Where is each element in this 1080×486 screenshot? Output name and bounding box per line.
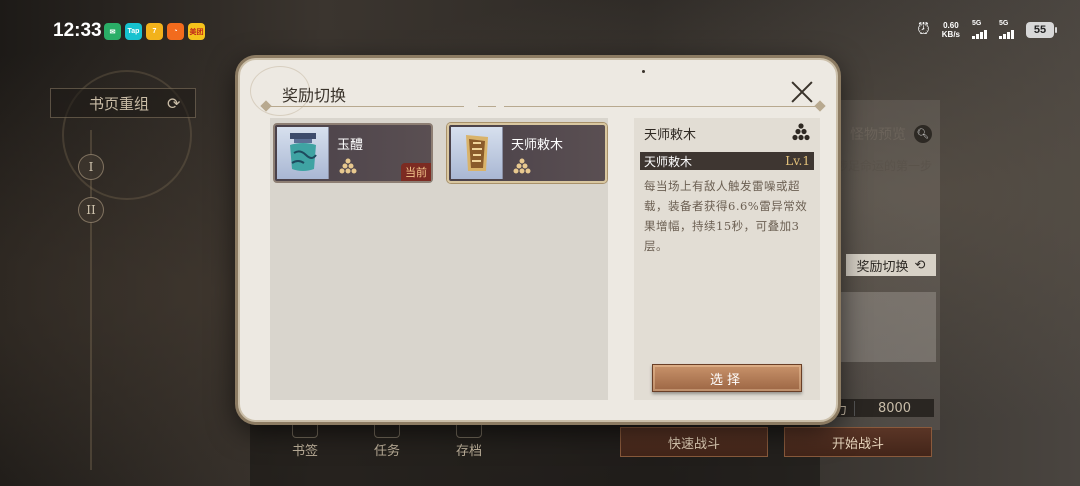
rarity-icon <box>513 158 531 174</box>
recommended-power: 力 8000 <box>832 399 934 418</box>
wechat-icon: ✉ <box>104 23 121 40</box>
notification-icons: ✉ Tap 7 ◔ 美团 <box>104 23 205 40</box>
magnifier-icon: 🔍︎ <box>914 125 932 143</box>
battery-icon: 55 <box>1026 21 1057 38</box>
network-speed: 0.60 KB/s <box>942 21 960 39</box>
reward-list: 玉醴 当前 天师敕木 <box>270 118 608 400</box>
swap-icon: ⟲ <box>914 257 926 273</box>
meituan-icon: 美团 <box>188 23 205 40</box>
detail-description: 每当场上有敌人触发雷噪或超载，装备者获得6.6%雷异常效果增幅，持续15秒，可叠… <box>644 179 808 253</box>
detail-header: 天师敕木 <box>634 118 820 148</box>
signal-icon: 5G <box>999 20 1014 39</box>
signal-1-label: 5G <box>972 20 982 27</box>
reward-switch-label: 奖励切换 <box>856 259 909 275</box>
reward-card-jade-wine[interactable]: 玉醴 当前 <box>273 123 433 183</box>
start-battle-button[interactable]: 开始战斗 <box>784 427 932 457</box>
nav-task-label: 任务 <box>374 444 401 459</box>
reward-preview-box <box>836 292 936 362</box>
detail-level: Lv.1 <box>785 154 810 168</box>
detail-title: 天师敕木 <box>644 127 697 143</box>
timeline-line <box>90 130 92 470</box>
monster-preview[interactable]: 怪物预览 🔍︎ <box>850 124 932 144</box>
current-badge: 当前 <box>401 163 431 181</box>
title-divider <box>264 106 820 107</box>
stage-subtitle: 涉足命运的第一步 <box>836 159 933 173</box>
reward-card-name: 天师敕木 <box>511 138 564 153</box>
dialog-dot <box>642 70 645 73</box>
dialog-title: 奖励切换 <box>282 86 347 105</box>
stage-node-1-label: I <box>88 160 94 174</box>
network-speed-value: 0.60 <box>943 20 959 30</box>
power-value: 8000 <box>854 400 934 416</box>
stage-node-2[interactable]: II <box>78 197 104 223</box>
detail-name-bar: 天师敕木 Lv.1 <box>640 152 814 170</box>
alarm-icon: ⏰︎ <box>917 20 930 38</box>
network-speed-unit: KB/s <box>941 29 960 39</box>
signal-icon: 5G <box>972 20 987 39</box>
close-button[interactable] <box>790 80 814 104</box>
monster-preview-label: 怪物预览 <box>850 127 906 143</box>
quick-battle-button[interactable]: 快速战斗 <box>620 427 768 457</box>
nav-save-label: 存档 <box>456 444 483 459</box>
divider-diamond <box>814 100 826 112</box>
app-orange-icon: ◔ <box>167 23 184 40</box>
taptap-icon: Tap <box>125 23 142 40</box>
nav-save[interactable]: 存档 <box>456 418 482 459</box>
clock: 12:33 <box>53 20 102 41</box>
talisman-wood-icon <box>451 127 503 179</box>
nav-bookmark[interactable]: 书签 <box>292 418 318 459</box>
jade-wine-icon <box>277 127 329 179</box>
nav-task[interactable]: 任务 <box>374 418 400 459</box>
refresh-icon: ⟳ <box>167 93 181 113</box>
select-button[interactable]: 选择 <box>652 364 802 392</box>
nav-bookmark-label: 书签 <box>292 444 319 459</box>
reward-detail-panel: 天师敕木 天师敕木 Lv.1 每当场上有敌人触发雷噪或超载，装备者获得6.6%雷… <box>634 118 820 400</box>
status-bar: 12:33 ✉ Tap 7 ◔ 美团 ⏰︎ 0.60 KB/s 5G 5G 55 <box>0 0 1080 62</box>
stage-node-2-label: II <box>86 203 96 217</box>
signal-2-label: 5G <box>999 20 1009 27</box>
stage-node-1[interactable]: I <box>78 154 104 180</box>
divider-gap <box>496 105 504 108</box>
reward-card-talisman-wood[interactable]: 天师敕木 <box>447 123 607 183</box>
page-reset-label: 书页重组 <box>89 94 150 113</box>
app7-icon: 7 <box>146 23 163 40</box>
reward-card-name: 玉醴 <box>337 138 364 153</box>
page-reset-button[interactable]: 书页重组 ⟳ <box>50 88 196 118</box>
detail-name: 天师敕木 <box>644 154 693 169</box>
reward-switch-dialog: 奖励切换 玉醴 当前 天师敕木 天师敕木 天师敕木 Lv.1 每当场上有敌人触发… <box>238 58 838 422</box>
rarity-icon <box>792 123 810 141</box>
reward-switch-button[interactable]: 奖励切换 ⟲ <box>846 254 936 276</box>
rarity-icon <box>339 158 357 174</box>
divider-gap <box>464 105 478 108</box>
